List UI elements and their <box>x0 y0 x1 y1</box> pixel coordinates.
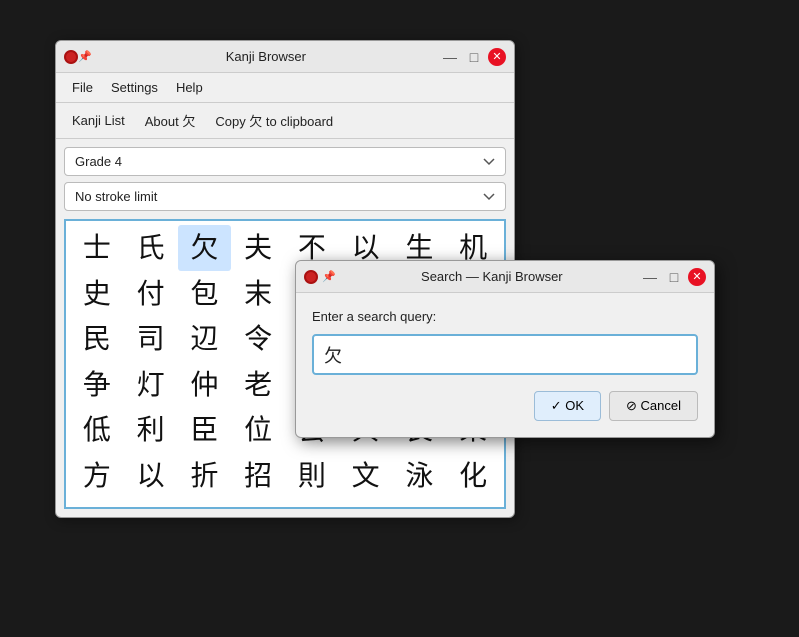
kanji-cell[interactable]: 令 <box>231 316 285 362</box>
kanji-cell[interactable]: 低 <box>70 407 124 453</box>
kanji-cell[interactable]: 仲 <box>178 362 232 408</box>
title-bar-controls: — □ ✕ <box>440 47 506 67</box>
kanji-cell[interactable]: 利 <box>124 407 178 453</box>
search-label: Enter a search query: <box>312 309 698 324</box>
kanji-list-button[interactable]: Kanji List <box>64 110 133 131</box>
dialog-body: Enter a search query: ✓ OK ⊘ Cancel <box>296 293 714 437</box>
kanji-cell[interactable]: 灯 <box>124 362 178 408</box>
grade-dropdown[interactable]: Grade 1 Grade 2 Grade 3 Grade 4 Grade 5 … <box>64 147 506 176</box>
kanji-cell[interactable]: 臣 <box>178 407 232 453</box>
dialog-app-icon <box>304 270 318 284</box>
menu-help[interactable]: Help <box>168 77 211 98</box>
kanji-cell[interactable]: 史 <box>70 271 124 317</box>
kanji-cell[interactable]: 争 <box>70 362 124 408</box>
kanji-cell[interactable]: 泳 <box>393 453 447 499</box>
kanji-cell[interactable]: 以 <box>124 453 178 499</box>
main-window-title: Kanji Browser <box>92 49 440 64</box>
copy-clipboard-button[interactable]: Copy 欠 to clipboard <box>207 108 341 133</box>
pin-icon: 📌 <box>78 50 92 63</box>
kanji-cell[interactable]: 辺 <box>178 316 232 362</box>
menu-settings[interactable]: Settings <box>103 77 166 98</box>
kanji-cell[interactable]: 夫 <box>231 225 285 271</box>
dialog-maximize-button[interactable]: □ <box>664 267 684 287</box>
toolbar: Kanji List About 欠 Copy 欠 to clipboard <box>56 103 514 139</box>
menu-bar: File Settings Help <box>56 73 514 103</box>
ok-button[interactable]: ✓ OK <box>534 391 601 421</box>
main-close-button[interactable]: ✕ <box>488 48 506 66</box>
minimize-button[interactable]: — <box>440 47 460 67</box>
kanji-cell[interactable]: 欠 <box>178 225 232 271</box>
filter-area: Grade 1 Grade 2 Grade 3 Grade 4 Grade 5 … <box>56 139 514 219</box>
dialog-title: Search — Kanji Browser <box>344 269 640 284</box>
kanji-cell[interactable]: 氏 <box>124 225 178 271</box>
kanji-cell[interactable]: 文 <box>339 453 393 499</box>
about-kanji-button[interactable]: About 欠 <box>137 108 204 133</box>
dialog-title-controls: — □ ✕ <box>640 267 706 287</box>
dialog-close-button[interactable]: ✕ <box>688 268 706 286</box>
app-icon <box>64 50 78 64</box>
main-title-bar: 📌 Kanji Browser — □ ✕ <box>56 41 514 73</box>
kanji-cell[interactable]: 老 <box>231 362 285 408</box>
kanji-cell[interactable]: 位 <box>231 407 285 453</box>
kanji-cell[interactable]: 方 <box>70 453 124 499</box>
dialog-pin-icon: 📌 <box>322 270 336 283</box>
kanji-cell[interactable]: 士 <box>70 225 124 271</box>
dialog-buttons: ✓ OK ⊘ Cancel <box>312 391 698 421</box>
kanji-cell[interactable]: 折 <box>178 453 232 499</box>
maximize-button[interactable]: □ <box>464 47 484 67</box>
search-input[interactable] <box>312 334 698 375</box>
kanji-cell[interactable]: 司 <box>124 316 178 362</box>
kanji-cell[interactable]: 則 <box>285 453 339 499</box>
cancel-button[interactable]: ⊘ Cancel <box>609 391 698 421</box>
kanji-cell[interactable]: 民 <box>70 316 124 362</box>
menu-file[interactable]: File <box>64 77 101 98</box>
kanji-cell[interactable]: 包 <box>178 271 232 317</box>
kanji-cell[interactable]: 付 <box>124 271 178 317</box>
kanji-cell[interactable]: 招 <box>231 453 285 499</box>
kanji-cell[interactable]: 化 <box>446 453 500 499</box>
search-dialog: 📌 Search — Kanji Browser — □ ✕ Enter a s… <box>295 260 715 438</box>
dialog-minimize-button[interactable]: — <box>640 267 660 287</box>
stroke-dropdown[interactable]: No stroke limit 1 stroke 2 strokes 3 str… <box>64 182 506 211</box>
kanji-cell[interactable]: 末 <box>231 271 285 317</box>
dialog-title-bar: 📌 Search — Kanji Browser — □ ✕ <box>296 261 714 293</box>
